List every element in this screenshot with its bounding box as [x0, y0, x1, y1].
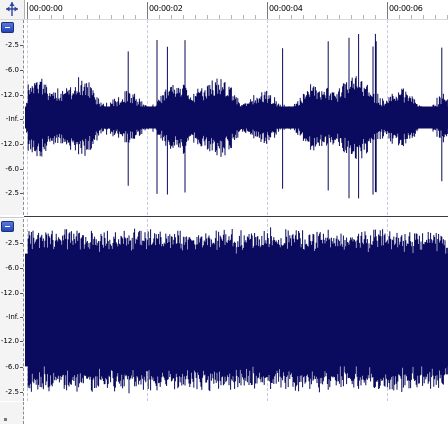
- minor-tick: [111, 15, 112, 19]
- scale-tick: [20, 243, 23, 244]
- scale-label: -6.0: [5, 264, 19, 272]
- minor-tick: [327, 15, 328, 19]
- track-2-vertical-scale: -2.5 -6.0 -12.0 -Inf. -12.0 -6.0 -2.5: [0, 219, 24, 401]
- scale-label: -2.5: [5, 41, 19, 49]
- collapse-icon[interactable]: [1, 221, 14, 232]
- minor-tick: [135, 15, 136, 19]
- minor-tick: [351, 15, 352, 19]
- ruler-corner[interactable]: [0, 0, 25, 19]
- minor-tick: [39, 15, 40, 19]
- scale-tick: [20, 293, 23, 294]
- minor-tick: [123, 15, 124, 19]
- scale-tick: [20, 45, 23, 46]
- minor-tick: [207, 15, 208, 19]
- track-2-waveform: [25, 227, 448, 394]
- minor-tick: [243, 15, 244, 19]
- minor-tick: [219, 15, 220, 19]
- scale-tick: [20, 268, 23, 269]
- waveform-core: [25, 253, 448, 367]
- minor-tick: [75, 15, 76, 19]
- scale-label: -12.0: [0, 337, 19, 345]
- scale-label: -2.5: [5, 388, 19, 396]
- minor-tick: [363, 15, 364, 19]
- scale-tick: [20, 341, 23, 342]
- waveform-core: [25, 106, 448, 129]
- track-1-vertical-scale: -2.5 -6.0 -12.0 -Inf. -12.0 -6.0 -2.5: [0, 20, 24, 215]
- minor-tick: [399, 15, 400, 19]
- scale-label: -2.5: [5, 189, 19, 197]
- minor-tick: [63, 15, 64, 19]
- minor-tick: [375, 15, 376, 19]
- minor-tick: [171, 15, 172, 19]
- pin-icon[interactable]: [3, 1, 21, 17]
- scale-label: -12.0: [0, 140, 19, 148]
- minor-tick: [435, 15, 436, 19]
- minor-tick: [159, 15, 160, 19]
- bottom-scale: [0, 402, 24, 424]
- scale-label: -6.0: [5, 363, 19, 371]
- bottom-strip: [0, 402, 448, 424]
- audio-editor: 00:00:00 00:00:02 00:00:04 00:00:06 -2.5…: [0, 0, 448, 424]
- scale-tick: [20, 144, 23, 145]
- minor-tick: [339, 15, 340, 19]
- major-tick: [27, 2, 28, 19]
- scale-tick: [20, 70, 23, 71]
- scale-tick: [20, 317, 23, 318]
- minor-tick: [315, 15, 316, 19]
- timeline-ruler[interactable]: 00:00:00 00:00:02 00:00:04 00:00:06: [0, 0, 448, 20]
- minor-tick: [99, 15, 100, 19]
- time-label: 00:00:02: [149, 4, 183, 13]
- track-2-waveform-area[interactable]: [25, 219, 448, 401]
- major-tick: [387, 2, 388, 19]
- minor-tick: [411, 15, 412, 19]
- scale-tick: [20, 169, 23, 170]
- track-1: -2.5 -6.0 -12.0 -Inf. -12.0 -6.0 -2.5: [0, 20, 448, 215]
- scale-label: -12.0: [0, 91, 19, 99]
- track-1-waveform-area[interactable]: [25, 20, 448, 215]
- scale-tick: [4, 418, 7, 421]
- track-divider-edge: [0, 217, 24, 218]
- scale-tick: [20, 193, 23, 194]
- minor-tick: [195, 15, 196, 19]
- scale-tick: [20, 367, 23, 368]
- time-label: 00:00:06: [389, 4, 423, 13]
- scale-label: -Inf.: [5, 115, 19, 123]
- scale-label: -6.0: [5, 66, 19, 74]
- scale-label: -Inf.: [5, 313, 19, 321]
- minor-tick: [255, 15, 256, 19]
- major-tick: [267, 2, 268, 19]
- minor-tick: [291, 15, 292, 19]
- scale-label: -12.0: [0, 289, 19, 297]
- scale-label: -6.0: [5, 165, 19, 173]
- minor-tick: [423, 15, 424, 19]
- minor-tick: [51, 15, 52, 19]
- track-1-waveform: [25, 33, 448, 199]
- minor-tick: [87, 15, 88, 19]
- scale-tick: [20, 392, 23, 393]
- time-label: 00:00:04: [269, 4, 303, 13]
- track-2: -2.5 -6.0 -12.0 -Inf. -12.0 -6.0 -2.5: [0, 219, 448, 401]
- minor-tick: [303, 15, 304, 19]
- time-label: 00:00:00: [29, 4, 63, 13]
- minor-tick: [279, 15, 280, 19]
- scale-tick: [20, 119, 23, 120]
- minor-tick: [231, 15, 232, 19]
- scale-tick: [20, 95, 23, 96]
- track-divider[interactable]: [24, 216, 448, 217]
- scale-label: -2.5: [5, 239, 19, 247]
- collapse-icon[interactable]: [1, 22, 14, 33]
- major-tick: [147, 2, 148, 19]
- minor-tick: [183, 15, 184, 19]
